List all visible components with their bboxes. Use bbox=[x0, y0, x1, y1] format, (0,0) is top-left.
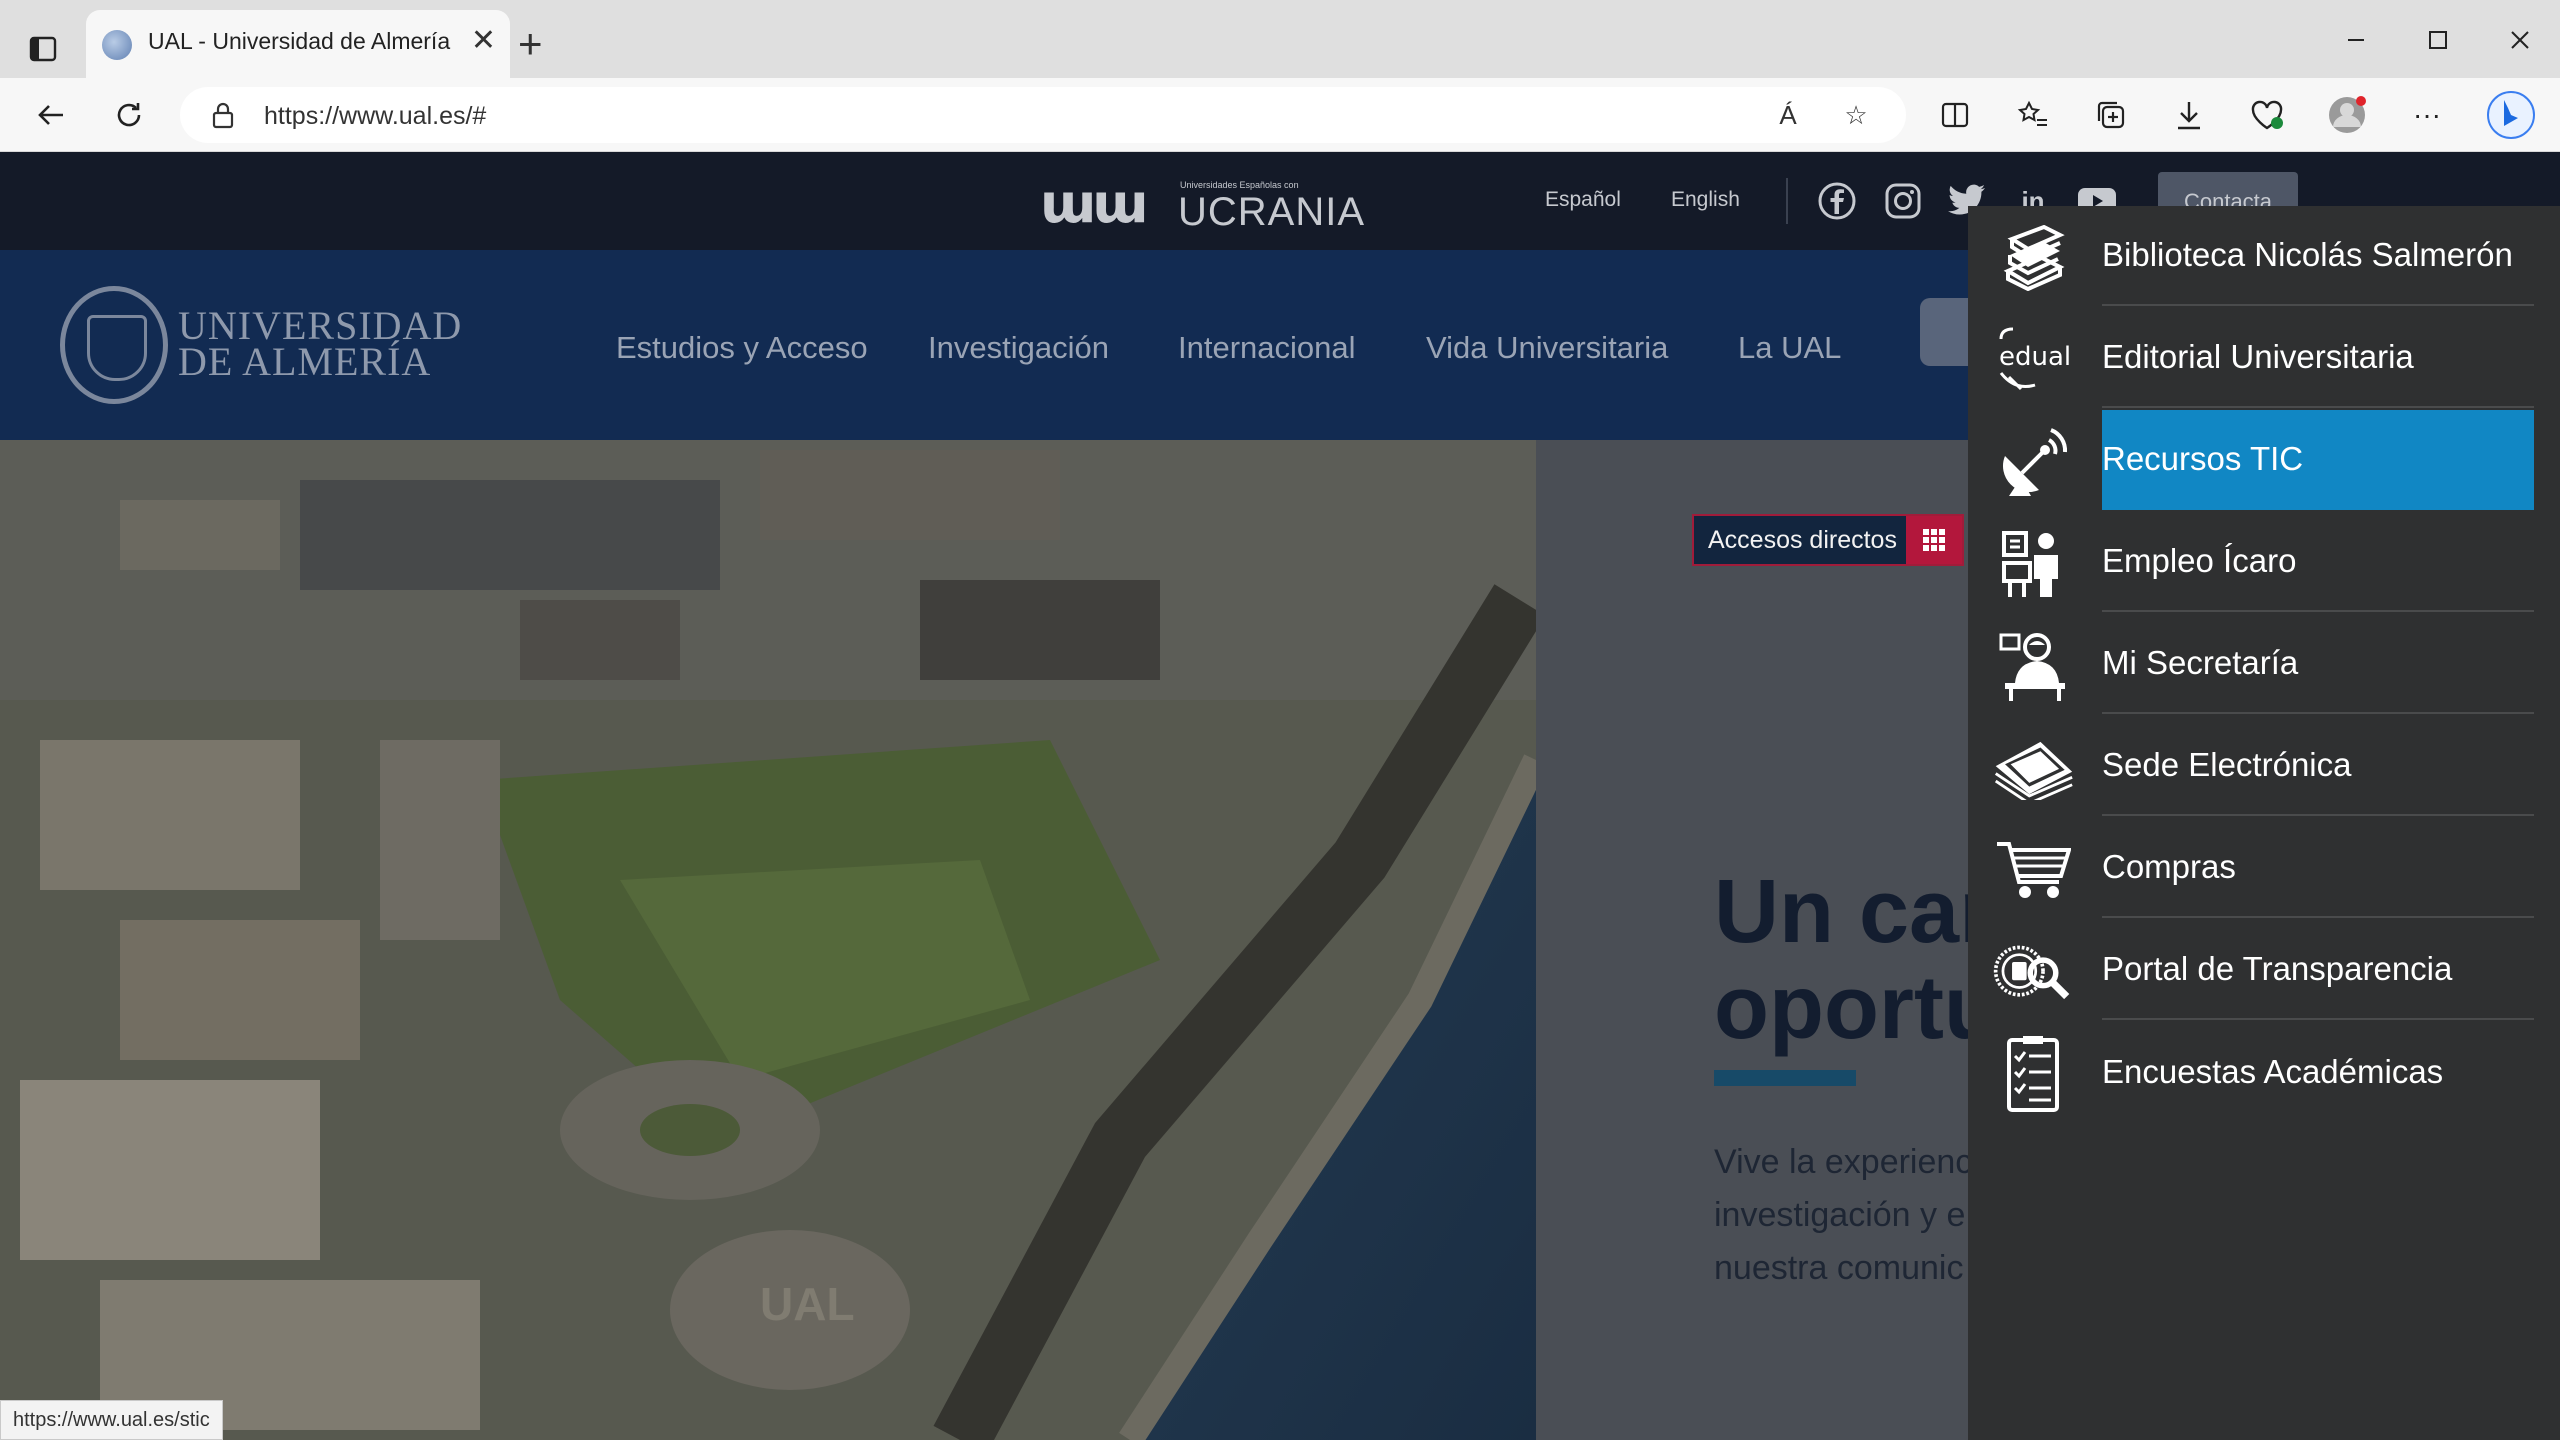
maximize-icon[interactable] bbox=[2408, 18, 2468, 62]
panel-item-label: Recursos TIC bbox=[2102, 410, 2534, 510]
favorite-star-icon[interactable]: ☆ bbox=[1836, 97, 1876, 133]
hero-title-line2: oportu bbox=[1714, 958, 1999, 1058]
hero-paragraph-line1: Vive la experienc bbox=[1714, 1143, 1973, 1181]
browser-essentials-icon[interactable] bbox=[2240, 90, 2294, 140]
panel-item-label: Portal de Transparencia bbox=[2102, 920, 2534, 1020]
profile-avatar-icon[interactable] bbox=[2320, 90, 2374, 140]
documents-icon bbox=[1992, 732, 2074, 804]
facebook-icon[interactable] bbox=[1816, 180, 1858, 222]
campus-sign-text: UAL bbox=[760, 1278, 855, 1330]
minimize-icon[interactable] bbox=[2326, 18, 2386, 62]
nav-estudios[interactable]: Estudios y Acceso bbox=[616, 330, 868, 366]
nav-internacional[interactable]: Internacional bbox=[1178, 330, 1356, 366]
nav-la-ual[interactable]: La UAL bbox=[1738, 330, 1841, 366]
panel-item-label: Compras bbox=[2102, 818, 2534, 918]
hero-paragraph-line3: nuestra comunic bbox=[1714, 1249, 1964, 1287]
panel-item-empleo[interactable]: Empleo Ícaro bbox=[1968, 512, 2560, 614]
browser-toolbar: https://www.ual.es/# Á ☆ ··· bbox=[0, 78, 2560, 152]
edual-icon-text: edual bbox=[1999, 342, 2071, 372]
back-icon[interactable] bbox=[24, 90, 78, 140]
status-bar-link-preview: https://www.ual.es/stic bbox=[0, 1400, 223, 1440]
panel-item-label: Editorial Universitaria bbox=[2102, 308, 2534, 408]
ukraine-logo-title: UCRANIA bbox=[1178, 190, 1366, 234]
panel-item-recursos-tic[interactable]: Recursos TIC bbox=[1968, 410, 2560, 512]
cart-icon bbox=[1992, 834, 2074, 906]
tab-actions-icon[interactable] bbox=[18, 24, 68, 74]
split-screen-icon[interactable] bbox=[1928, 90, 1982, 140]
panel-item-label: Empleo Ícaro bbox=[2102, 512, 2534, 612]
favorites-icon[interactable] bbox=[2006, 90, 2060, 140]
panel-item-label: Sede Electrónica bbox=[2102, 716, 2534, 816]
language-spanish-link[interactable]: Español bbox=[1545, 188, 1621, 212]
hero-title: Un car oportu bbox=[1714, 864, 1999, 1056]
seal-search-icon bbox=[1992, 936, 2074, 1008]
panel-item-label: Encuestas Académicas bbox=[2102, 1053, 2444, 1090]
hero-paragraph: Vive la experienc investigación y e nues… bbox=[1714, 1136, 1972, 1295]
nav-vida-universitaria[interactable]: Vida Universitaria bbox=[1426, 330, 1668, 366]
divider bbox=[1786, 178, 1788, 224]
panel-item-transparencia[interactable]: Portal de Transparencia bbox=[1968, 920, 2560, 1022]
lock-icon[interactable] bbox=[210, 101, 236, 134]
panel-item-secretaria[interactable]: Mi Secretaría bbox=[1968, 614, 2560, 716]
clipboard-icon bbox=[1992, 1036, 2074, 1112]
close-tab-icon[interactable]: ✕ bbox=[471, 26, 496, 56]
hero-paragraph-line2: investigación y e bbox=[1714, 1196, 1966, 1234]
close-window-icon[interactable] bbox=[2490, 18, 2550, 62]
panel-item-sede[interactable]: Sede Electrónica bbox=[1968, 716, 2560, 818]
panel-item-editorial[interactable]: edual Editorial Universitaria bbox=[1968, 308, 2560, 410]
ual-logo-text: UNIVERSIDAD DE ALMERÍA bbox=[178, 306, 462, 384]
edual-icon: edual bbox=[1992, 324, 2074, 396]
hero-title-line1: Un car bbox=[1714, 862, 1995, 962]
language-english-link[interactable]: English bbox=[1671, 188, 1740, 212]
panel-item-compras[interactable]: Compras bbox=[1968, 818, 2560, 920]
more-options-icon[interactable]: ··· bbox=[2400, 90, 2454, 140]
panel-item-label: Mi Secretaría bbox=[2102, 614, 2534, 714]
accesos-directos-panel: Biblioteca Nicolás Salmerón edual Editor… bbox=[1968, 206, 2560, 1440]
collections-icon[interactable] bbox=[2084, 90, 2138, 140]
instagram-icon[interactable] bbox=[1882, 180, 1924, 222]
job-icon bbox=[1992, 528, 2074, 600]
campus-photo-illustration: UAL bbox=[0, 440, 1536, 1440]
downloads-icon[interactable] bbox=[2162, 90, 2216, 140]
accesos-directos-label: Accesos directos bbox=[1708, 525, 1897, 554]
nav-investigacion[interactable]: Investigación bbox=[928, 330, 1109, 366]
browser-tabstrip: UAL - Universidad de Almería ✕ + bbox=[0, 0, 2560, 78]
read-aloud-icon[interactable]: Á bbox=[1768, 97, 1808, 133]
secretary-icon bbox=[1992, 630, 2074, 702]
ukraine-logo-small-text: Universidades Españolas con bbox=[1180, 180, 1299, 190]
grid-icon[interactable] bbox=[1906, 516, 1962, 564]
campus-aerial-photo: UAL bbox=[0, 440, 1536, 1440]
ual-seal-icon bbox=[60, 286, 168, 404]
reload-icon[interactable] bbox=[102, 90, 156, 140]
new-tab-icon[interactable]: + bbox=[518, 22, 543, 66]
hero-accent-rule bbox=[1714, 1070, 1856, 1086]
bing-copilot-icon[interactable] bbox=[2484, 90, 2538, 140]
url-text[interactable]: https://www.ual.es/# bbox=[264, 102, 486, 131]
ukraine-logo-mark-icon: ɯɯ bbox=[1040, 172, 1149, 235]
address-bar[interactable]: https://www.ual.es/# Á ☆ bbox=[180, 87, 1906, 143]
panel-item-biblioteca[interactable]: Biblioteca Nicolás Salmerón bbox=[1968, 206, 2560, 308]
panel-item-label: Biblioteca Nicolás Salmerón bbox=[2102, 206, 2534, 306]
browser-tab-active[interactable]: UAL - Universidad de Almería ✕ bbox=[86, 10, 510, 78]
ual-logo-line2: DE ALMERÍA bbox=[178, 339, 432, 384]
ual-favicon-icon bbox=[102, 30, 132, 60]
tab-title: UAL - Universidad de Almería bbox=[148, 28, 451, 54]
satellite-dish-icon bbox=[1992, 426, 2074, 498]
books-icon bbox=[1992, 222, 2074, 294]
page-viewport: ɯɯ Universidades Españolas con UCRANIA E… bbox=[0, 152, 2560, 1440]
accesos-directos-button[interactable]: Accesos directos bbox=[1692, 514, 1964, 566]
panel-item-encuestas[interactable]: Encuestas Académicas bbox=[1968, 1022, 2560, 1124]
